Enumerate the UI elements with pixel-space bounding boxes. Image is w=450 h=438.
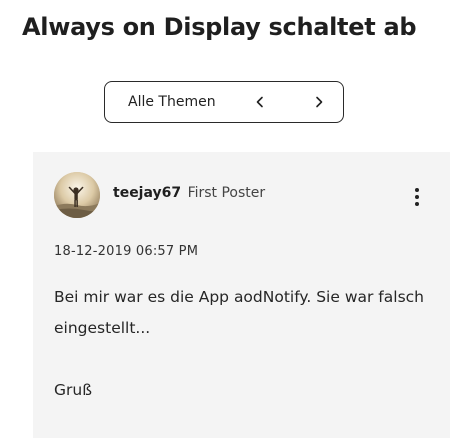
post-body-signoff: Gruß [54, 381, 92, 399]
next-topic-button[interactable] [314, 82, 324, 122]
post-card: teejay67 First Poster 18-12-2019 06:57 P… [33, 152, 450, 438]
kebab-menu-icon [415, 188, 419, 206]
all-topics-link[interactable]: Alle Themen [128, 82, 216, 122]
post-body-paragraph: Bei mir war es die App aodNotify. Sie wa… [54, 288, 424, 337]
author-line: teejay67 First Poster [113, 185, 265, 201]
avatar[interactable] [54, 172, 100, 218]
chevron-left-icon [256, 96, 263, 108]
chevron-right-icon [316, 96, 323, 108]
avatar-image [54, 172, 100, 218]
post-body: Bei mir war es die App aodNotify. Sie wa… [54, 282, 424, 406]
page-title: Always on Display schaltet ab [22, 13, 417, 41]
post-date: 18-12-2019 06:57 PM [54, 244, 199, 259]
previous-topic-button[interactable] [255, 82, 265, 122]
author-rank: First Poster [187, 185, 266, 201]
post-options-button[interactable] [409, 186, 425, 208]
author-name[interactable]: teejay67 [113, 185, 181, 201]
topic-pager: Alle Themen [104, 81, 344, 123]
